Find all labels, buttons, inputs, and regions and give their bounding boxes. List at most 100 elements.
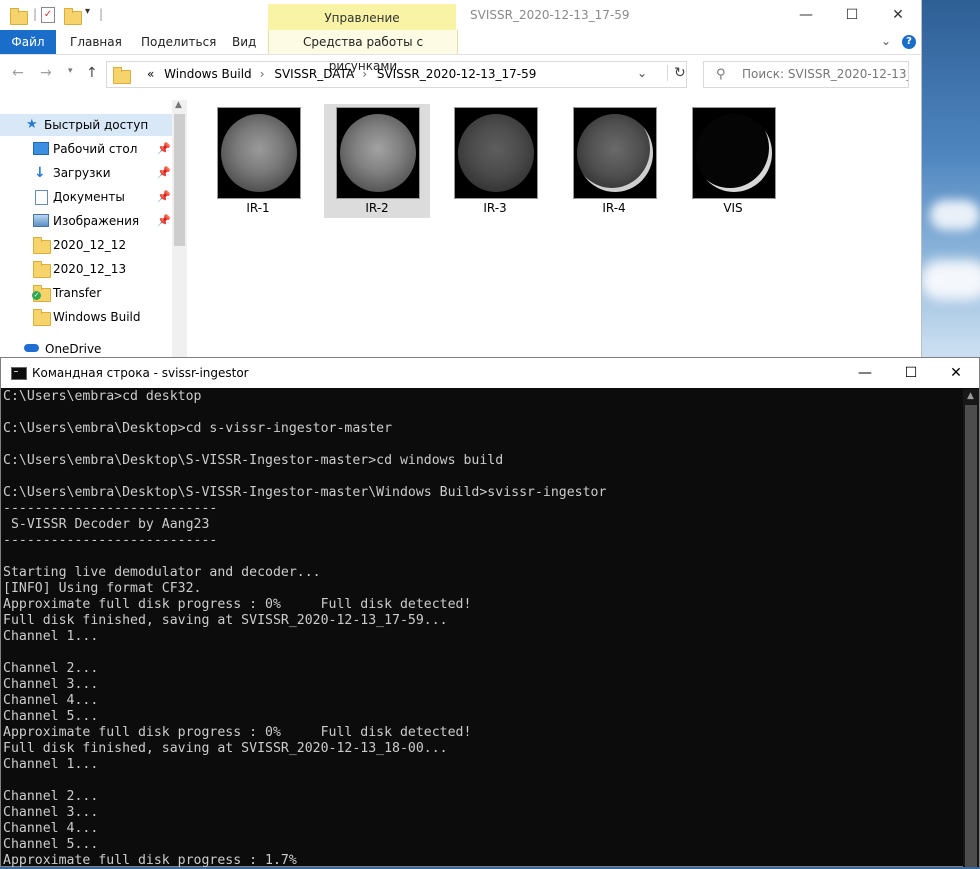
terminal-line: Channel 1... [3, 629, 99, 644]
nav-item-folder[interactable]: 2020_12_12 [0, 234, 172, 256]
terminal-line: C:\Users\embra\Desktop\S-VISSR-Ingestor-… [3, 485, 607, 500]
image-thumbnail [217, 107, 301, 199]
ribbon-tabs: Файл Главная Поделиться Вид Средства раб… [0, 30, 921, 73]
terminal-line: [INFO] Using format CF32. [3, 581, 202, 596]
maximize-button[interactable]: ☐ [888, 358, 934, 388]
properties-icon[interactable]: ✓ [41, 7, 55, 23]
help-icon[interactable]: ? [902, 35, 916, 49]
minimize-button[interactable]: — [783, 0, 829, 30]
file-item[interactable]: IR-4 [551, 104, 657, 218]
close-button[interactable]: ✕ [933, 358, 979, 388]
pin-icon[interactable]: 📌 [157, 162, 171, 184]
cloud-icon [24, 344, 39, 352]
nav-item-desktop[interactable]: Рабочий стол 📌 [0, 138, 172, 160]
tab-share[interactable]: Поделиться [141, 30, 216, 54]
up-arrow-icon[interactable]: ↑ [86, 65, 98, 81]
breadcrumb-item[interactable]: SVISSR_DATA [274, 67, 354, 81]
document-icon [35, 190, 48, 205]
pictures-icon [33, 214, 49, 227]
image-thumbnail [454, 107, 538, 199]
scroll-up-icon[interactable]: ▲ [967, 391, 974, 401]
terminal-line: Channel 5... [3, 709, 99, 724]
minimize-button[interactable]: — [842, 358, 888, 388]
terminal-line: Channel 5... [3, 837, 99, 852]
tab-view[interactable]: Вид [232, 30, 256, 54]
nav-item-folder[interactable]: 2020_12_13 [0, 258, 172, 280]
image-thumbnail [573, 107, 657, 199]
folder-icon[interactable] [10, 8, 28, 25]
cmd-app-icon[interactable] [11, 367, 27, 380]
search-placeholder: Поиск: SVISSR_2020-12-13_17... [742, 67, 908, 81]
nav-item-label: 2020_12_13 [53, 262, 127, 276]
customize-toolbar-icon[interactable]: ▾ [85, 6, 90, 17]
folder-icon [113, 67, 131, 84]
forward-arrow-icon[interactable]: → [40, 65, 52, 81]
terminal-line: Channel 4... [3, 693, 99, 708]
terminal-output[interactable]: C:\Users\embra>cd desktop C:\Users\embra\… [3, 389, 963, 869]
tab-file[interactable]: Файл [0, 30, 56, 54]
nav-item-label: OneDrive [45, 342, 102, 356]
back-arrow-icon[interactable]: ← [12, 65, 24, 81]
file-name: IR-1 [246, 201, 270, 215]
cmd-scrollbar[interactable]: ▲ [963, 389, 979, 867]
recent-locations-icon[interactable]: ▾ [68, 66, 73, 76]
terminal-line: Full disk finished, saving at SVISSR_202… [3, 741, 448, 756]
toolbar-separator: | [33, 7, 38, 21]
search-input[interactable]: ⚲ Поиск: SVISSR_2020-12-13_17... [703, 61, 909, 88]
desktop-icon [33, 142, 49, 155]
nav-item-quick-access[interactable]: ★ Быстрый доступ [0, 114, 172, 136]
earth-crescent-image [696, 114, 772, 192]
nav-item-onedrive[interactable]: OneDrive [0, 338, 172, 358]
refresh-icon[interactable]: ↻ [667, 65, 686, 81]
file-item-selected[interactable]: IR-2 [324, 104, 430, 218]
terminal-line: Full disk finished, saving at SVISSR_202… [3, 613, 448, 628]
address-dropdown-icon[interactable]: ⌄ [637, 66, 647, 80]
nav-item-transfer[interactable]: ✓ Transfer [0, 282, 172, 304]
scrollbar-thumb[interactable] [965, 405, 977, 867]
terminal-line: Channel 2... [3, 661, 99, 676]
pin-icon[interactable]: 📌 [157, 186, 171, 208]
file-item[interactable]: VIS [670, 104, 776, 218]
breadcrumb-chevron-icon[interactable]: › [362, 67, 367, 81]
nav-item-documents[interactable]: Документы 📌 [0, 186, 172, 208]
scroll-up-icon[interactable]: ▲ [175, 100, 182, 110]
scrollbar-thumb[interactable] [174, 114, 185, 246]
file-item[interactable]: IR-3 [432, 104, 538, 218]
nav-item-label: Transfer [53, 286, 102, 300]
file-item[interactable]: IR-1 [195, 104, 301, 218]
nav-item-folder[interactable]: Windows Build [0, 306, 172, 328]
file-name: IR-2 [365, 201, 389, 215]
breadcrumb-item[interactable]: SVISSR_2020-12-13_17-59 [377, 67, 537, 81]
nav-item-label: Быстрый доступ [44, 118, 149, 132]
tab-home[interactable]: Главная [70, 30, 122, 54]
pin-icon[interactable]: 📌 [157, 138, 171, 160]
nav-item-pictures[interactable]: Изображения 📌 [0, 210, 172, 232]
chevron-down-icon[interactable]: ⌄ [881, 34, 891, 48]
nav-scrollbar[interactable]: ▲ [172, 100, 187, 358]
breadcrumb: « Windows Build › SVISSR_DATA › SVISSR_202… [147, 62, 542, 87]
breadcrumb-overflow[interactable]: « [147, 67, 154, 81]
folder-icon [33, 309, 51, 326]
close-button[interactable]: ✕ [875, 0, 921, 30]
address-bar[interactable]: « Windows Build › SVISSR_DATA › SVISSR_202… [106, 61, 687, 88]
star-icon: ★ [26, 117, 38, 132]
breadcrumb-item[interactable]: Windows Build [164, 67, 252, 81]
maximize-button[interactable]: ☐ [829, 0, 875, 30]
terminal-line: C:\Users\embra>cd desktop [3, 389, 202, 404]
nav-item-downloads[interactable]: ↓ Загрузки 📌 [0, 162, 172, 184]
breadcrumb-chevron-icon[interactable]: › [260, 67, 265, 81]
file-name: IR-4 [602, 201, 626, 215]
sync-status-icon: ✓ [32, 291, 41, 300]
command-prompt-window: Командная строка - svissr-ingestor — ☐ ✕… [0, 357, 980, 869]
new-folder-icon[interactable] [64, 8, 82, 25]
terminal-line: Approximate full disk progress : 0% Full… [3, 725, 472, 740]
pin-icon[interactable]: 📌 [157, 210, 171, 232]
terminal-line: Channel 3... [3, 677, 99, 692]
navigation-pane: ★ Быстрый доступ Рабочий стол 📌 ↓ Загруз… [0, 100, 187, 358]
nav-item-label: Windows Build [53, 310, 141, 324]
tab-picture-tools[interactable]: Средства работы с рисунками [268, 30, 458, 73]
